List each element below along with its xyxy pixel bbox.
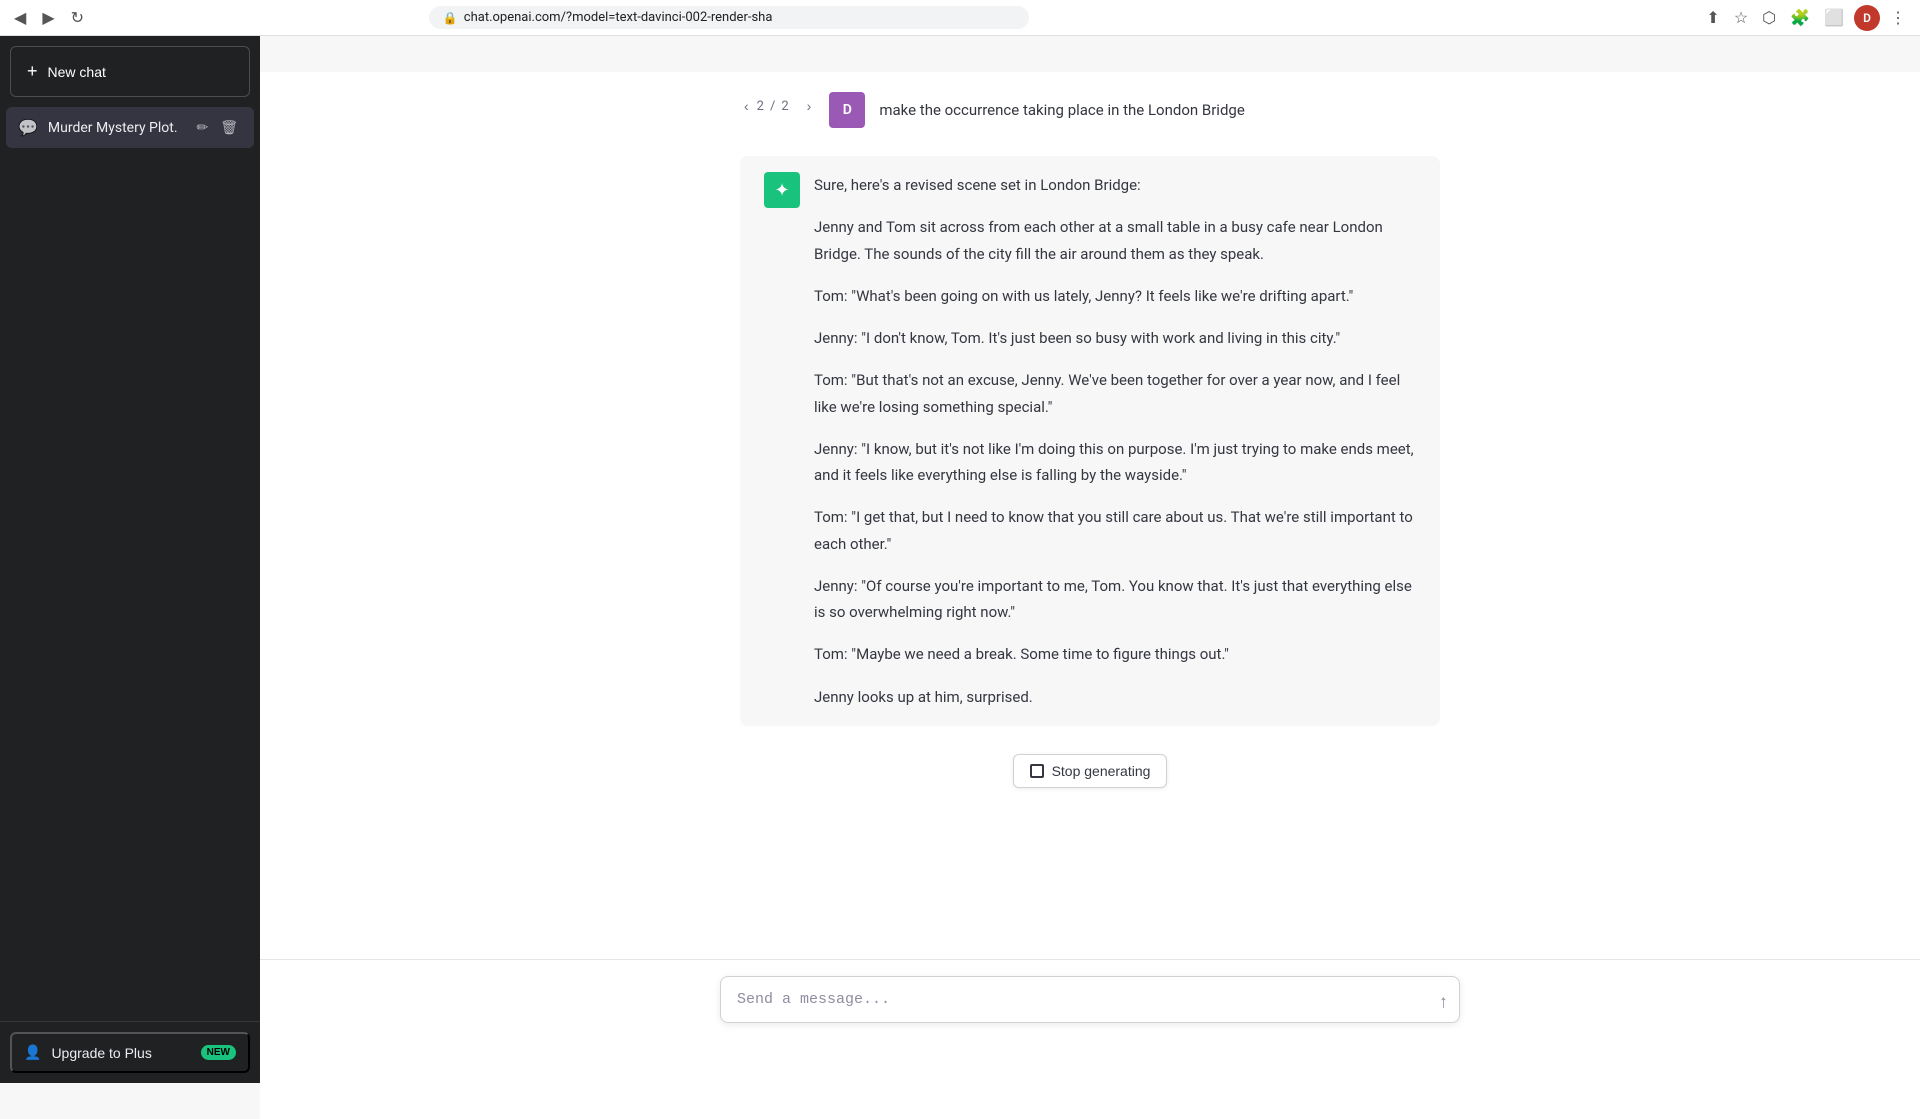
menu-button[interactable]: ⋮ xyxy=(1886,8,1910,28)
input-container: ↑ xyxy=(720,976,1460,1027)
stop-generating-label: Stop generating xyxy=(1052,763,1151,779)
new-chat-label: New chat xyxy=(48,64,106,80)
extensions-button[interactable]: ⬡ xyxy=(1758,8,1780,28)
browser-bar: ◀ ▶ ↻ 🔒 chat.openai.com/?model=text-davi… xyxy=(0,0,1920,36)
stop-generating-area: Stop generating xyxy=(740,754,1440,788)
ai-paragraph-1: Tom: "What's been going on with us latel… xyxy=(814,283,1416,309)
ai-message-content: Sure, here's a revised scene set in Lond… xyxy=(814,172,1416,710)
forward-button[interactable]: ▶ xyxy=(38,8,58,28)
ai-message-row: ✦ Sure, here's a revised scene set in Lo… xyxy=(740,156,1440,726)
ai-intro-text: Sure, here's a revised scene set in Lond… xyxy=(814,172,1416,198)
bookmark-button[interactable]: ☆ xyxy=(1730,8,1752,28)
stop-icon xyxy=(1030,764,1044,778)
ai-paragraph-8: Jenny looks up at him, surprised. xyxy=(814,684,1416,710)
new-chat-button[interactable]: + New chat xyxy=(10,46,250,97)
puzzle-button[interactable]: 🧩 xyxy=(1786,8,1814,28)
new-chat-plus-icon: + xyxy=(27,61,38,82)
ai-avatar: ✦ xyxy=(764,172,800,208)
delete-chat-button[interactable]: 🗑 xyxy=(216,117,242,138)
sidebar-footer: 👤 Upgrade to Plus NEW xyxy=(0,1021,260,1083)
openai-icon: ✦ xyxy=(774,180,789,201)
share-button[interactable]: ⬆ xyxy=(1702,8,1723,28)
send-icon: ↑ xyxy=(1439,991,1448,1011)
ai-paragraph-5: Tom: "I get that, but I need to know tha… xyxy=(814,504,1416,557)
message-input[interactable] xyxy=(720,976,1460,1023)
edit-chat-button[interactable]: ✏ xyxy=(192,117,212,138)
reload-button[interactable]: ↻ xyxy=(67,8,88,28)
sidebar-items: 💬 Murder Mystery Plot. ✏ 🗑 xyxy=(0,103,260,1021)
sidebar: + New chat 💬 Murder Mystery Plot. ✏ 🗑 👤 … xyxy=(0,36,260,1083)
ai-paragraph-4: Jenny: "I know, but it's not like I'm do… xyxy=(814,436,1416,489)
address-bar[interactable]: 🔒 chat.openai.com/?model=text-davinci-00… xyxy=(429,6,1029,29)
sidebar-item-murder-mystery[interactable]: 💬 Murder Mystery Plot. ✏ 🗑 xyxy=(6,107,254,148)
browser-actions: ⬆ ☆ ⬡ 🧩 ⬜ D ⋮ xyxy=(1702,5,1910,31)
ai-paragraph-2: Jenny: "I don't know, Tom. It's just bee… xyxy=(814,325,1416,351)
sidebar-item-label: Murder Mystery Plot. xyxy=(48,120,183,136)
sidebar-item-actions: ✏ 🗑 xyxy=(192,117,242,138)
main-content: ‹ 2 / 2 › D make the occurrence taking p… xyxy=(260,72,1920,1119)
browser-profile-avatar[interactable]: D xyxy=(1854,5,1880,31)
ai-paragraph-0: Jenny and Tom sit across from each other… xyxy=(814,214,1416,267)
upgrade-to-plus-button[interactable]: 👤 Upgrade to Plus NEW xyxy=(10,1032,250,1073)
stop-generating-button[interactable]: Stop generating xyxy=(1013,754,1168,788)
url-text: chat.openai.com/?model=text-davinci-002-… xyxy=(464,10,773,25)
ai-paragraph-7: Tom: "Maybe we need a break. Some time t… xyxy=(814,641,1416,667)
send-button[interactable]: ↑ xyxy=(1439,991,1448,1012)
pagination-next-button[interactable]: › xyxy=(803,98,816,114)
chat-icon: 💬 xyxy=(18,118,38,137)
back-button[interactable]: ◀ xyxy=(10,8,30,28)
profile-button[interactable]: ⬜ xyxy=(1820,8,1848,28)
pagination-display: 2 / 2 xyxy=(757,99,789,114)
user-message-row: ‹ 2 / 2 › D make the occurrence taking p… xyxy=(740,92,1440,128)
ai-paragraph-3: Tom: "But that's not an excuse, Jenny. W… xyxy=(814,367,1416,420)
pagination-area: ‹ 2 / 2 › xyxy=(740,92,815,114)
pagination-prev-button[interactable]: ‹ xyxy=(740,98,753,114)
new-badge: NEW xyxy=(201,1045,236,1060)
message-container: ‹ 2 / 2 › D make the occurrence taking p… xyxy=(720,92,1460,788)
ai-paragraph-6: Jenny: "Of course you're important to me… xyxy=(814,573,1416,626)
user-message-content: make the occurrence taking place in the … xyxy=(879,92,1244,122)
input-area: ↑ xyxy=(260,959,1920,1047)
user-avatar: D xyxy=(829,92,865,128)
lock-icon: 🔒 xyxy=(443,11,458,25)
